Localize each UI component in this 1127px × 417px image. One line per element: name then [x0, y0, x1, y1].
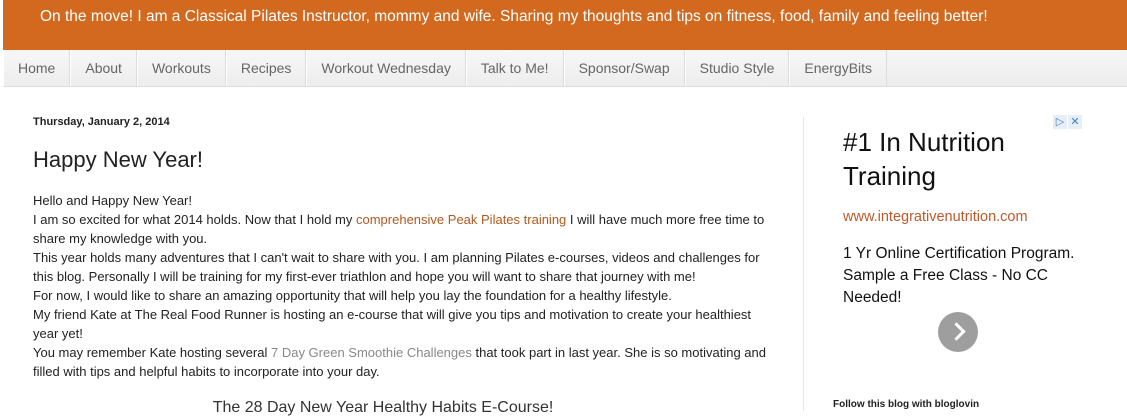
nav-bar: Home About Workouts Recipes Workout Wedn…: [3, 50, 1127, 87]
ad-next-arrow-icon[interactable]: [938, 312, 978, 352]
blog-header: On the move! I am a Classical Pilates In…: [3, 0, 1127, 50]
blog-description: On the move! I am a Classical Pilates In…: [40, 8, 988, 25]
tab-recipes[interactable]: Recipes: [225, 50, 307, 86]
peak-pilates-link[interactable]: comprehensive Peak Pilates training: [356, 212, 566, 227]
ad-url[interactable]: www.integrativenutrition.com: [843, 209, 1093, 225]
post-title[interactable]: Happy New Year!: [33, 147, 778, 173]
tab-sponsor-swap[interactable]: Sponsor/Swap: [563, 50, 685, 86]
post-paragraph-5: You may remember Kate hosting several 7 …: [33, 343, 778, 381]
post-paragraph-4: My friend Kate at The Real Food Runner i…: [33, 307, 752, 341]
follow-bloglovin[interactable]: Follow this blog with bloglovin: [833, 399, 979, 410]
green-smoothie-link[interactable]: 7 Day Green Smoothie Challenges: [271, 345, 472, 360]
nav-tabs: Home About Workouts Recipes Workout Wedn…: [3, 50, 888, 86]
post-paragraph-3: For now, I would like to share an amazin…: [33, 288, 672, 303]
tab-talk-to-me[interactable]: Talk to Me!: [465, 50, 564, 86]
tab-workout-wednesday[interactable]: Workout Wednesday: [306, 50, 466, 86]
ad-title[interactable]: #1 In Nutrition Training: [843, 125, 1093, 193]
post-paragraph-2: This year holds many adventures that I c…: [33, 250, 760, 284]
post-paragraph-1: I am so excited for what 2014 holds. Now…: [33, 210, 778, 248]
tab-studio-style[interactable]: Studio Style: [684, 50, 790, 86]
p1-text-before: I am so excited for what 2014 holds. Now…: [33, 212, 356, 227]
tab-about[interactable]: About: [70, 50, 137, 86]
ad-body: 1 Yr Online Certification Program. Sampl…: [843, 245, 1075, 306]
post-date: Thursday, January 2, 2014: [33, 116, 170, 128]
sidebar-ad[interactable]: #1 In Nutrition Training www.integrative…: [843, 115, 1093, 309]
course-subheading: The 28 Day New Year Healthy Habits E-Cou…: [212, 399, 554, 416]
tab-energybits[interactable]: EnergyBits: [789, 50, 888, 86]
sidebar-divider: [803, 117, 804, 411]
post-greeting: Hello and Happy New Year!: [33, 191, 778, 210]
p5-text-before: You may remember Kate hosting several: [33, 345, 271, 360]
tab-home[interactable]: Home: [3, 50, 71, 86]
greeting-text: Hello and Happy New Year!: [33, 193, 192, 208]
tab-workouts[interactable]: Workouts: [136, 50, 226, 86]
post-body: Thursday, January 2, 2014 Happy New Year…: [33, 108, 778, 417]
